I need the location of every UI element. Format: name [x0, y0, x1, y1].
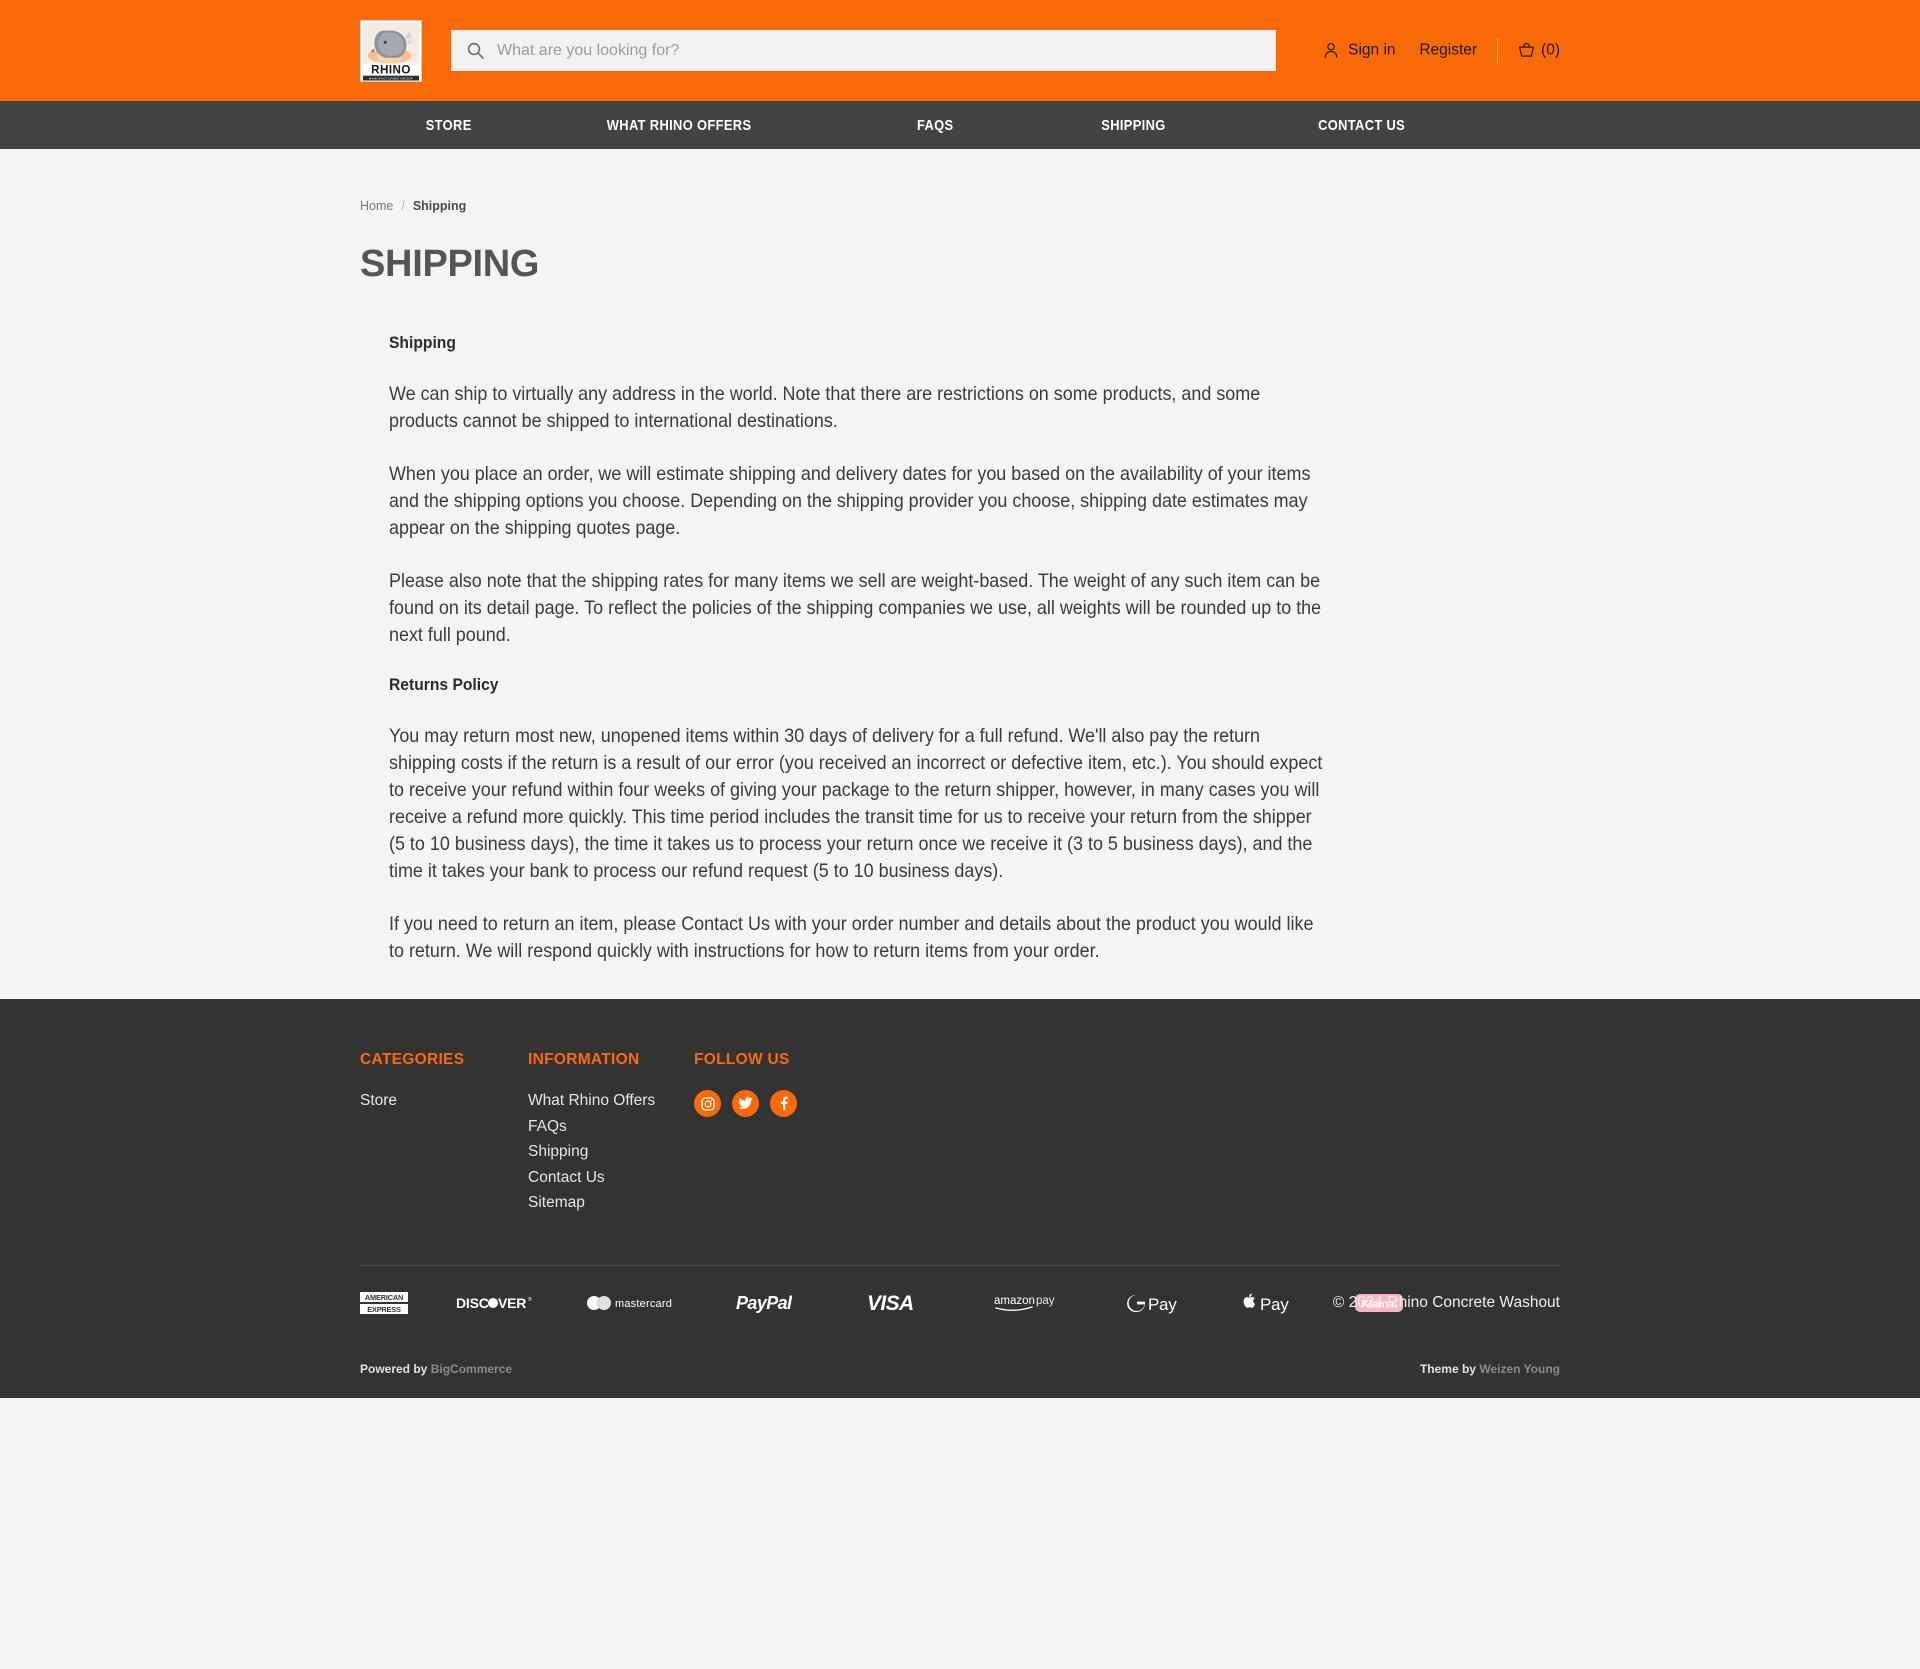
breadcrumb-separator: / [401, 199, 405, 213]
search-icon [467, 42, 484, 59]
user-icon [1324, 43, 1338, 59]
powered-by-name[interactable]: BigCommerce [431, 1362, 512, 1376]
svg-text:Pay: Pay [1148, 1295, 1177, 1314]
svg-text:MANUFACTURING GROUP: MANUFACTURING GROUP [369, 76, 413, 80]
site-logo[interactable]: RHINO MANUFACTURING GROUP [360, 19, 422, 82]
svg-text:EXPRESS: EXPRESS [367, 1305, 401, 1314]
paragraph-returns-2: If you need to return an item, please Co… [389, 913, 1314, 962]
amazon-pay-icon: amazon pay [994, 1288, 1068, 1318]
site-footer: Categories Store Information What Rhino … [0, 999, 1920, 1398]
footer-links-categories: Store [360, 1090, 528, 1113]
paragraph-shipping-1: We can ship to virtually any address in … [389, 383, 1261, 432]
facebook-icon[interactable] [770, 1090, 797, 1117]
payment-methods-row: AMERICAN EXPRESS DISC VER ® mastercard P… [360, 1266, 1560, 1340]
footer-link-sitemap[interactable]: Sitemap [528, 1194, 585, 1211]
footer-link-faqs[interactable]: FAQs [528, 1118, 567, 1135]
american-express-icon: AMERICAN EXPRESS [360, 1288, 408, 1318]
twitter-icon[interactable] [732, 1090, 759, 1117]
svg-text:pay: pay [1036, 1295, 1055, 1307]
svg-text:DISC: DISC [456, 1295, 489, 1311]
footer-column-information: Information What Rhino Offers FAQs Shipp… [528, 1051, 694, 1218]
svg-text:AMERICAN: AMERICAN [365, 1293, 403, 1302]
svg-text:Pay: Pay [1260, 1295, 1289, 1314]
apple-pay-icon: Pay [1242, 1288, 1300, 1318]
payment-methods: AMERICAN EXPRESS DISC VER ® mastercard P… [360, 1288, 1428, 1318]
section-heading-returns-policy: Returns Policy [389, 675, 499, 694]
main-navigation: Store What Rhino Offers FAQs Shipping Co… [0, 101, 1920, 149]
footer-link-store[interactable]: Store [360, 1092, 397, 1109]
google-pay-icon: Pay [1127, 1288, 1185, 1318]
footer-heading-follow-us: Follow Us [694, 1051, 790, 1068]
footer-column-follow-us: Follow Us [694, 1051, 994, 1218]
footer-links-information: What Rhino Offers FAQs Shipping Contact … [528, 1090, 694, 1215]
breadcrumb-home[interactable]: Home [360, 199, 393, 213]
svg-text:VER: VER [498, 1295, 526, 1311]
discover-icon: DISC VER ® [456, 1288, 532, 1318]
instagram-icon[interactable] [694, 1090, 721, 1117]
section-heading-shipping: Shipping [389, 333, 456, 352]
svg-text:RHINO: RHINO [371, 63, 411, 76]
svg-text:PayPal: PayPal [736, 1293, 793, 1313]
footer-heading-information: Information [528, 1051, 640, 1068]
nav-item-what-rhino-offers[interactable]: What Rhino Offers [607, 117, 752, 134]
svg-text:amazon: amazon [994, 1295, 1035, 1307]
theme-by-name[interactable]: Weizen Young [1479, 1362, 1560, 1376]
cart-count: (0) [1541, 41, 1560, 59]
visa-icon: VISA [867, 1288, 933, 1318]
site-header: RHINO MANUFACTURING GROUP What are you l… [0, 0, 1920, 101]
footer-link-what-rhino-offers[interactable]: What Rhino Offers [528, 1092, 655, 1109]
cart-link[interactable]: (0) [1518, 42, 1560, 60]
register-link[interactable]: Register [1419, 42, 1477, 60]
paragraph-returns-1: You may return most new, unopened items … [389, 725, 1323, 882]
paypal-icon: PayPal [736, 1288, 812, 1318]
sign-in-link[interactable]: Sign in [1348, 42, 1395, 60]
search-bar[interactable] [451, 30, 1276, 71]
footer-link-contact-us[interactable]: Contact Us [528, 1169, 605, 1186]
powered-by-label: Powered by [360, 1361, 428, 1376]
account-or-text: or [1400, 41, 1415, 59]
svg-text:®: ® [528, 1296, 532, 1303]
page-body: Shipping We can ship to virtually any ad… [389, 333, 1329, 965]
main-content: Home / Shipping SHIPPING Shipping We can… [0, 149, 1920, 999]
footer-heading-categories: Categories [360, 1051, 465, 1068]
paragraph-shipping-3: Please also note that the shipping rates… [389, 570, 1322, 646]
nav-item-contact-us[interactable]: Contact Us [1318, 117, 1405, 134]
nav-item-faqs[interactable]: FAQs [917, 117, 954, 134]
header-divider [1497, 38, 1499, 63]
cart-icon [1518, 42, 1535, 59]
nav-item-store[interactable]: Store [426, 117, 472, 134]
footer-column-categories: Categories Store [360, 1051, 528, 1218]
powered-by: Powered by BigCommerce [360, 1362, 512, 1376]
search-input[interactable] [484, 31, 1212, 70]
page-title: SHIPPING [360, 243, 540, 285]
footer-link-shipping[interactable]: Shipping [528, 1143, 588, 1160]
breadcrumb-current: Shipping [412, 199, 467, 213]
nav-item-shipping[interactable]: Shipping [1101, 117, 1165, 134]
svg-text:VISA: VISA [867, 1292, 914, 1315]
nav-list: Store What Rhino Offers FAQs Shipping Co… [360, 117, 1560, 134]
copyright-text: © 2024 Rhino Concrete Washout [1332, 1293, 1560, 1311]
breadcrumb: Home / Shipping [360, 149, 1560, 213]
svg-text:mastercard: mastercard [615, 1298, 672, 1310]
paragraph-shipping-2: When you place an order, we will estimat… [389, 463, 1311, 539]
theme-by: Theme by Weizen Young [1420, 1362, 1560, 1376]
social-links [694, 1090, 994, 1117]
account-area: Sign in or Register (0) [1324, 38, 1560, 63]
footer-bottom-bar: Powered by BigCommerce Theme by Weizen Y… [360, 1340, 1560, 1398]
mastercard-icon: mastercard [585, 1288, 681, 1318]
theme-by-label: Theme by [1419, 1361, 1476, 1376]
